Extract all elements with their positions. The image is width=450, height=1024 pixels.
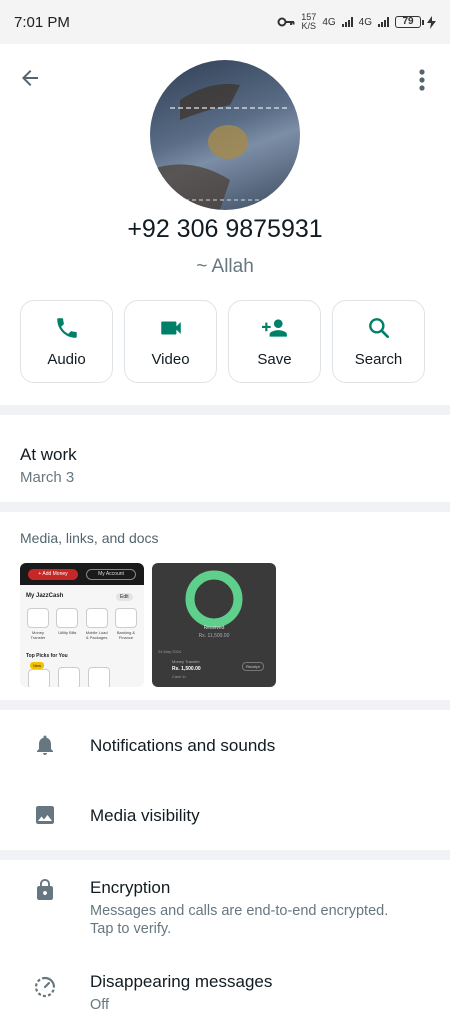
disappearing-label: Disappearing messages [90,972,273,991]
action-label-save: Save [257,351,292,368]
key-icon [277,17,295,27]
more-options-icon[interactable] [410,66,434,94]
action-label-audio: Audio [47,351,86,368]
signal-icon-2 [378,17,389,27]
network-type-2: 4G [358,16,372,28]
lock-icon [37,879,53,900]
contact-avatar[interactable] [150,60,300,210]
thumb-item: Mobile Load & Packages [85,608,109,640]
thumb-heading: My JazzCash [26,593,64,599]
avatar-image [150,84,290,210]
audio-call-button[interactable]: Audio [20,300,113,383]
thumb-pick-2 [58,667,80,687]
contact-about: ~ Allah [196,256,254,277]
encryption-description: Messages and calls are end-to-end encryp… [90,903,389,937]
timer-icon [34,976,56,998]
disappearing-messages-row[interactable]: Disappearing messages Off [0,955,450,1024]
battery-icon: 79 [395,16,424,28]
video-call-button[interactable]: Video [124,300,217,383]
network-speed: 157 K/S [301,13,316,31]
section-divider [0,405,450,415]
status-icons: 157 K/S 4G 4G 79 [277,13,436,31]
status-time: 7:01 PM [14,13,70,31]
receipt-button: Receipt [242,662,264,671]
thumb-item: Money Transfer [26,608,50,640]
received-amount-top: Rs. 11,500.00 [198,633,230,639]
action-buttons: Audio Video Save Search [20,300,425,383]
my-account-chip: My Account [86,569,136,580]
bell-icon [37,735,53,755]
notifications-row[interactable]: Notifications and sounds [0,710,450,780]
thumb-new-badge: New [30,662,45,669]
section-divider [0,850,450,860]
thumb-edit: Edit [116,593,133,601]
signal-icon [341,17,353,27]
contact-phone-number: +92 306 9875931 [127,215,323,243]
thumb-grid: Money Transfer Utility Bills Mobile Load… [26,608,138,640]
thumb-item: Banking & Finance [114,608,138,640]
action-label-search: Search [354,351,403,368]
status-bar: 7:01 PM 157 K/S 4G 4G 79 [0,0,450,44]
thumb-pick-1 [28,669,50,687]
disappearing-value: Off [90,997,110,1013]
received-label: Received [203,625,225,631]
media-thumbnail-2[interactable]: Received Rs. 11,500.00 24 May 2024 Money… [152,563,276,687]
media-visibility-row[interactable]: Media visibility [0,780,450,850]
media-thumbnail-1[interactable]: + Add Money My Account My JazzCash Edit … [20,563,144,687]
add-person-icon [261,319,287,337]
speed-unit: K/S [301,21,317,31]
section-divider [0,700,450,710]
thumb-top-picks: Top Picks for You [26,653,68,659]
charging-icon [427,15,436,29]
receipt-sub: Cash In [172,674,186,679]
image-icon [36,806,54,824]
status-text: At work [20,445,77,464]
received-ring-icon [185,570,243,628]
encryption-row[interactable]: Encryption Messages and calls are end-to… [0,860,450,950]
save-contact-button[interactable]: Save [228,300,321,383]
back-arrow-icon[interactable] [18,66,42,90]
network-type-1: 4G [322,16,336,28]
status-date: March 3 [20,469,75,486]
thumb-item: Utility Bills [55,608,79,640]
receipt-amount: Rs. 1,500.00 [172,666,201,672]
phone-icon [56,318,77,338]
receipt-transfer: Money Transfer [172,659,200,664]
notifications-label: Notifications and sounds [90,736,276,755]
receipt-date: 24 May 2024 [158,649,182,654]
search-button[interactable]: Search [332,300,425,383]
section-divider [0,502,450,512]
add-money-chip: + Add Money [28,569,78,580]
search-icon [368,318,389,338]
encryption-label: Encryption [90,878,171,897]
action-label-video: Video [151,351,190,368]
media-visibility-label: Media visibility [90,806,200,825]
video-camera-icon [160,321,181,335]
media-section-title[interactable]: Media, links, and docs [20,530,159,546]
thumb-pick-3 [88,667,110,687]
